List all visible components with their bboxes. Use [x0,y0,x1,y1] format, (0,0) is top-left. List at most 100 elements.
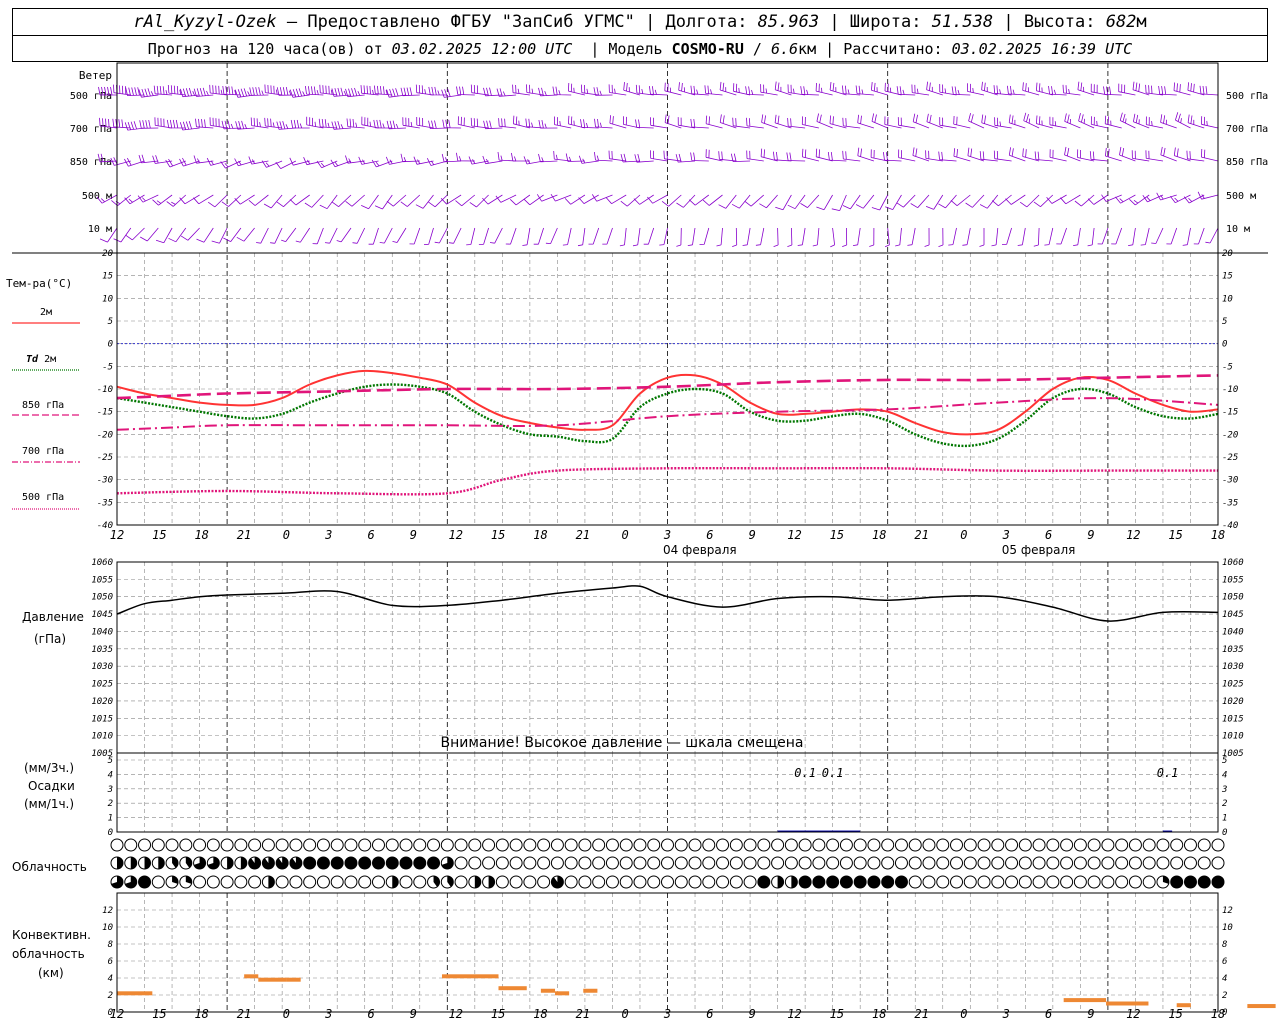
wind-barb [953,115,971,129]
cloud-circle [743,875,757,889]
cloud-circle [716,856,730,870]
cloud-fill [289,857,302,869]
cloud-circle [234,838,248,852]
cloud-symbol [1046,838,1060,852]
cloud-symbol [812,875,826,889]
wind-barb [456,152,475,162]
hour-tick-bottom: 12 [449,1007,463,1021]
cloud-circle [454,838,468,852]
wind-barb [276,87,296,96]
conv-segment [1247,1004,1276,1009]
cloud-circle [151,838,165,852]
cloud-symbol [1211,856,1225,870]
cloud-circle [179,838,193,852]
cloud-symbol [550,856,564,870]
hour-tick-bottom: 18 [533,1007,547,1021]
wind-barb [361,194,379,210]
cloud-fill [344,857,357,869]
wind-barb [211,227,228,244]
wind-barb [979,194,999,209]
wind-barb [1133,113,1150,129]
wind-barb [716,227,723,247]
prec-tick-right: 3 [1221,785,1227,795]
cloud-symbol [592,838,606,852]
cloud-symbol [550,838,564,852]
cloud-symbol [894,838,908,852]
cloud-circle [757,856,771,870]
cloud-fill [303,857,316,869]
cloud-symbol [399,856,413,870]
hour-tick-bottom: 18 [194,1007,208,1021]
cloud-fill [240,857,247,869]
temp-tick-right: -25 [1222,453,1238,463]
cloud-fill [262,857,275,869]
wind-barb [222,85,241,96]
hour-tick: 21 [237,528,251,542]
wind-barb [635,84,654,96]
precip-label: 0.1 [1157,766,1179,780]
date-label: 05 февраля [1002,543,1076,557]
cloud-circle [853,838,867,852]
cloud-circle [784,838,798,852]
cloud-symbol [839,856,853,870]
wind-barb [991,227,999,247]
wind-barb [699,227,710,245]
temp-tick-left: -30 [97,476,113,486]
wind-barb [869,227,875,247]
cloud-symbol [1087,856,1101,870]
pres-tick-right: 1025 [1222,680,1244,690]
cloud-circle [220,838,234,852]
cloud-symbol [922,856,936,870]
cloud-circle [454,875,468,889]
cloud-fill [248,857,261,869]
cloud-circle [674,838,688,852]
wind-barb [374,194,393,210]
wind-barb [1073,227,1081,246]
cloud-symbol [289,838,303,852]
wind-level-right: 850 гПа [1226,157,1268,168]
wind-barb [775,194,792,211]
cloud-symbol [881,856,895,870]
cloud-symbol [1142,875,1156,889]
wind-barb [718,194,737,209]
cloud-circle [853,856,867,870]
cloud-circle [963,856,977,870]
wind-barb [842,227,848,247]
cloud-symbol [427,856,441,870]
cloud-circle [275,875,289,889]
wind-barb [801,116,819,129]
cloud-symbol [330,838,344,852]
cloud-circle [605,875,619,889]
hour-tick: 9 [1087,528,1094,542]
wind-barb [1111,227,1123,245]
hour-tick: 0 [960,528,967,542]
cloud-symbol [165,875,179,889]
wind-barb [1044,227,1054,246]
hour-tick: 18 [533,528,547,542]
conv-segment [555,991,570,996]
temp-ylabel: Тем-ра(°С) [6,277,72,290]
temp-tick-left: 15 [102,272,113,282]
wind-barb [167,84,186,96]
wind-barb [415,194,434,209]
cloud-circle [289,875,303,889]
cloud-circle [702,838,716,852]
cloud-symbol [688,875,702,889]
wind-barb [568,115,585,129]
wind-barb [948,227,957,246]
cloud-circle [771,838,785,852]
conv-tick-right: 2 [1222,991,1227,1001]
wind-barb [1017,227,1026,246]
wind-barb [386,194,407,207]
wind-barb [428,86,448,96]
cloud-circle [1073,875,1087,889]
wind-barb [352,227,366,244]
cloud-circle [385,838,399,852]
wind-barb [423,227,434,245]
cloud-symbol [1060,838,1074,852]
cloud-symbol [605,838,619,852]
cloud-circle [316,838,330,852]
wind-barb [513,115,530,129]
wind-barb [1049,116,1067,129]
cloud-fill [130,857,137,869]
